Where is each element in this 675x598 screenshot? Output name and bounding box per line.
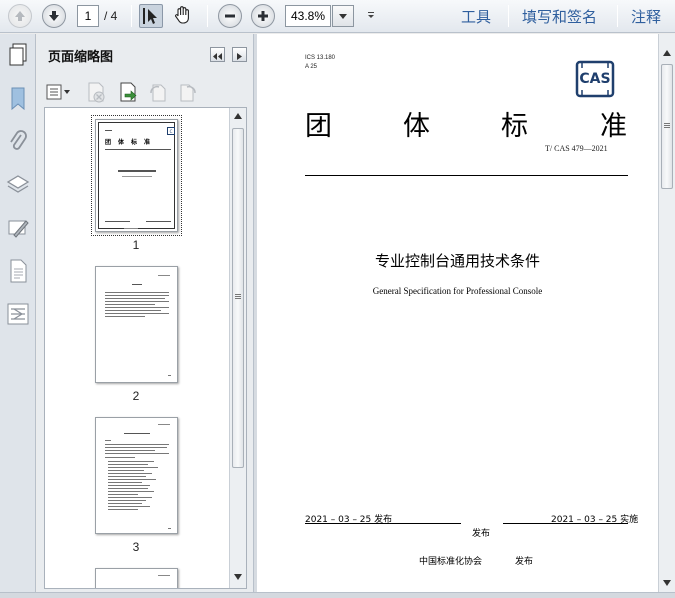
text-select-cursor-icon bbox=[143, 8, 157, 24]
fill-and-sign-link[interactable]: 填写和签名 bbox=[522, 6, 597, 27]
expand-panel-button[interactable] bbox=[232, 47, 247, 62]
delete-pages-button[interactable] bbox=[85, 81, 107, 103]
zoom-level-input[interactable]: 43.8% bbox=[285, 5, 331, 27]
page-thumbnails-button[interactable] bbox=[6, 42, 30, 68]
scroll-down-icon[interactable] bbox=[234, 574, 242, 580]
plus-icon bbox=[258, 11, 268, 21]
cas-logo-icon: C bbox=[167, 127, 175, 135]
bottom-edge bbox=[0, 592, 675, 598]
divider bbox=[305, 523, 461, 524]
document-scrollbar[interactable] bbox=[658, 34, 675, 592]
svg-text:C: C bbox=[170, 129, 173, 134]
tools-link[interactable]: 工具 bbox=[461, 6, 491, 27]
double-chevron-left-icon bbox=[213, 53, 222, 60]
panel-toolbar bbox=[37, 79, 253, 105]
arrow-up-icon bbox=[15, 11, 25, 21]
heading-char: 准 bbox=[600, 111, 627, 142]
toolbar-options-button[interactable] bbox=[364, 8, 378, 24]
insert-page-button[interactable] bbox=[117, 81, 139, 103]
compare-icon bbox=[7, 303, 29, 325]
thumbnail-page-1[interactable]: C 团体标准 bbox=[91, 115, 182, 236]
attachments-button[interactable] bbox=[6, 129, 30, 155]
publisher-suffix: 发布 bbox=[515, 557, 534, 567]
pages-icon bbox=[9, 43, 27, 66]
thumbnail-label: 1 bbox=[132, 238, 140, 252]
divider bbox=[207, 5, 208, 27]
thumbnail-options-button[interactable] bbox=[45, 82, 73, 102]
rotate-right-button[interactable] bbox=[177, 81, 199, 103]
delete-page-icon bbox=[88, 82, 105, 103]
zoom-out-button[interactable] bbox=[218, 4, 242, 28]
divider bbox=[508, 5, 509, 27]
scrollbar-thumb[interactable] bbox=[232, 128, 244, 468]
thumbnail-label: 3 bbox=[132, 540, 140, 554]
content-button[interactable] bbox=[6, 258, 30, 284]
cas-logo-text: CAS bbox=[579, 71, 611, 87]
ics-code: ICS 13.180 A 25 bbox=[305, 54, 335, 72]
arrow-down-icon bbox=[49, 11, 59, 21]
panel-header: 页面缩略图 bbox=[37, 34, 253, 74]
comment-link[interactable]: 注释 bbox=[631, 6, 661, 27]
document-title-cn: 专业控制台通用技术条件 bbox=[374, 252, 540, 270]
thumbnail-label: 2 bbox=[132, 389, 140, 403]
thumbnail-scrollbar[interactable] bbox=[229, 108, 246, 588]
signature-pen-icon bbox=[8, 220, 29, 238]
zoom-in-button[interactable] bbox=[251, 4, 275, 28]
standard-heading: 团 体 标 准 bbox=[305, 104, 629, 142]
thumbnails-panel: 页面缩略图 C 团体标准 1 2 3 bbox=[37, 34, 253, 592]
document-icon bbox=[10, 259, 27, 283]
panel-title: 页面缩略图 bbox=[48, 50, 114, 65]
rotate-page-icon bbox=[180, 84, 196, 102]
minus-icon bbox=[225, 14, 235, 18]
heading-char: 体 bbox=[403, 111, 430, 142]
thumbnail-page-3[interactable] bbox=[95, 417, 178, 534]
page-number-input[interactable]: 1 bbox=[77, 5, 99, 27]
hand-icon bbox=[174, 6, 189, 24]
heading-char: 团 bbox=[305, 111, 332, 142]
heading-char: 标 bbox=[501, 111, 528, 142]
next-page-button[interactable] bbox=[42, 4, 66, 28]
select-tool-button[interactable] bbox=[139, 4, 163, 28]
paperclip-icon bbox=[10, 130, 27, 150]
insert-page-icon bbox=[120, 82, 137, 102]
options-menu-icon bbox=[46, 84, 70, 100]
hand-tool-button[interactable] bbox=[172, 4, 196, 28]
document-page: ICS 13.180 A 25 CAS 团 体 标 准 T/ CAS 479—2… bbox=[257, 34, 658, 592]
rotate-page-icon bbox=[150, 84, 166, 102]
page-total: / 4 bbox=[104, 9, 118, 23]
previous-page-button[interactable] bbox=[8, 4, 32, 28]
bookmarks-button[interactable] bbox=[6, 86, 30, 112]
divider bbox=[131, 5, 132, 27]
collapse-panel-button[interactable] bbox=[210, 47, 225, 62]
navigation-rail bbox=[0, 34, 36, 592]
scroll-down-icon[interactable] bbox=[663, 580, 671, 586]
signatures-button[interactable] bbox=[6, 215, 30, 241]
ics-text: ICS 13.180 bbox=[305, 55, 336, 61]
more-options-icon bbox=[368, 12, 374, 18]
thumbnail-page-2[interactable] bbox=[95, 266, 178, 383]
publisher: 中国标准化协会 bbox=[419, 557, 483, 567]
zoom-dropdown-button[interactable] bbox=[332, 5, 354, 27]
divider bbox=[617, 5, 618, 27]
rotate-left-button[interactable] bbox=[147, 81, 169, 103]
scroll-up-icon[interactable] bbox=[663, 50, 671, 56]
bookmark-icon bbox=[11, 87, 25, 111]
thumbnail-page-4[interactable] bbox=[95, 568, 178, 588]
chevron-right-icon bbox=[237, 53, 242, 60]
standard-number: T/ CAS 479—2021 bbox=[545, 144, 608, 153]
ccs-text: A 25 bbox=[305, 64, 318, 70]
scrollbar-thumb[interactable] bbox=[661, 64, 673, 189]
compare-button[interactable] bbox=[6, 301, 30, 327]
scroll-up-icon[interactable] bbox=[234, 113, 242, 119]
divider bbox=[503, 523, 628, 524]
document-title-en: General Specification for Professional C… bbox=[372, 286, 543, 296]
divider bbox=[305, 175, 628, 176]
layers-button[interactable] bbox=[6, 172, 30, 198]
chevron-down-icon bbox=[339, 14, 347, 19]
thumbnail-list: C 团体标准 1 2 3 bbox=[44, 107, 247, 589]
layers-icon bbox=[6, 175, 30, 193]
toolbar: 1 / 4 43.8% 工具 填写和签名 注释 bbox=[0, 0, 675, 33]
publish-label: 发布 bbox=[472, 529, 491, 539]
pdf-reader-window: 1 / 4 43.8% 工具 填写和签名 注释 页面缩略图 C 团体标准 1 2… bbox=[0, 0, 675, 598]
